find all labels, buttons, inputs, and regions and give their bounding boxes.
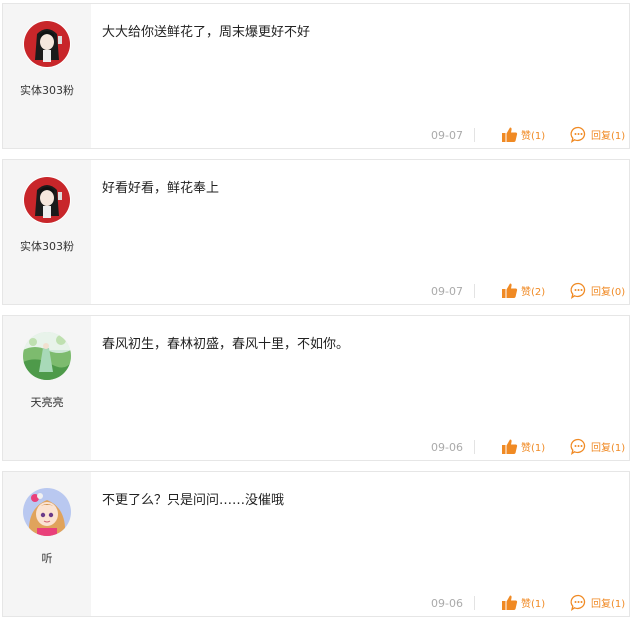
avatar[interactable] bbox=[23, 176, 71, 224]
divider bbox=[474, 596, 475, 610]
comment-text: 不更了么？只是问问……没催哦 bbox=[102, 493, 285, 508]
comment-date: 09-06 bbox=[431, 441, 463, 454]
divider bbox=[474, 284, 475, 298]
thumbs-up-icon bbox=[502, 283, 518, 298]
like-count: 赞(1) bbox=[521, 598, 546, 610]
comment-text: 春风初生，春林初盛，春风十里，不如你。 bbox=[102, 337, 350, 352]
comment-date: 09-06 bbox=[431, 597, 463, 610]
comment-item: 实体303粉 好看好看，鲜花奉上 09-07 赞(2) 回复(0) bbox=[2, 159, 630, 305]
comment-text: 大大给你送鲜花了，周末爆更好不好 bbox=[102, 25, 311, 40]
comment-item: 听 不更了么？只是问问……没催哦 09-06 赞(1) 回复(1) bbox=[2, 471, 630, 617]
username[interactable]: 听 bbox=[3, 550, 91, 566]
like-count: 赞(1) bbox=[521, 130, 546, 142]
thumbs-up-icon bbox=[502, 439, 518, 454]
garden-scene-avatar-icon bbox=[23, 332, 71, 380]
comment-date: 09-07 bbox=[431, 129, 463, 142]
comment-text: 好看好看，鲜花奉上 bbox=[102, 181, 220, 196]
comment-user-panel: 听 bbox=[3, 472, 91, 616]
username[interactable]: 实体303粉 bbox=[3, 82, 91, 98]
comment-user-panel: 天亮亮 bbox=[3, 316, 91, 460]
chat-bubble-icon bbox=[570, 126, 586, 143]
reply-button[interactable]: 回复(1) bbox=[570, 125, 625, 143]
cartoon-girl-avatar-icon bbox=[23, 488, 71, 536]
divider bbox=[474, 128, 475, 142]
reply-count: 回复(0) bbox=[591, 286, 626, 298]
anime-girl-avatar-icon bbox=[23, 176, 71, 224]
thumbs-up-icon bbox=[502, 127, 518, 142]
comment-date: 09-07 bbox=[431, 285, 463, 298]
chat-bubble-icon bbox=[570, 282, 586, 299]
username[interactable]: 天亮亮 bbox=[3, 394, 91, 410]
thumbs-up-icon bbox=[502, 595, 518, 610]
like-button[interactable]: 赞(1) bbox=[501, 125, 545, 143]
username[interactable]: 实体303粉 bbox=[3, 238, 91, 254]
avatar[interactable] bbox=[23, 20, 71, 68]
avatar[interactable] bbox=[23, 488, 71, 536]
chat-bubble-icon bbox=[570, 438, 586, 455]
avatar[interactable] bbox=[23, 332, 71, 380]
comment-user-panel: 实体303粉 bbox=[3, 160, 91, 304]
like-count: 赞(1) bbox=[521, 442, 546, 454]
chat-bubble-icon bbox=[570, 594, 586, 611]
reply-button[interactable]: 回复(0) bbox=[570, 281, 625, 299]
reply-count: 回复(1) bbox=[591, 130, 626, 142]
anime-girl-avatar-icon bbox=[23, 20, 71, 68]
reply-button[interactable]: 回复(1) bbox=[570, 437, 625, 455]
comment-item: 天亮亮 春风初生，春林初盛，春风十里，不如你。 09-06 赞(1) 回复(1) bbox=[2, 315, 630, 461]
reply-count: 回复(1) bbox=[591, 442, 626, 454]
reply-count: 回复(1) bbox=[591, 598, 626, 610]
like-count: 赞(2) bbox=[521, 286, 546, 298]
comment-item: 实体303粉 大大给你送鲜花了，周末爆更好不好 09-07 赞(1) 回复(1) bbox=[2, 3, 630, 149]
reply-button[interactable]: 回复(1) bbox=[570, 593, 625, 611]
like-button[interactable]: 赞(2) bbox=[501, 281, 545, 299]
divider bbox=[474, 440, 475, 454]
comment-user-panel: 实体303粉 bbox=[3, 4, 91, 148]
like-button[interactable]: 赞(1) bbox=[501, 437, 545, 455]
like-button[interactable]: 赞(1) bbox=[501, 593, 545, 611]
